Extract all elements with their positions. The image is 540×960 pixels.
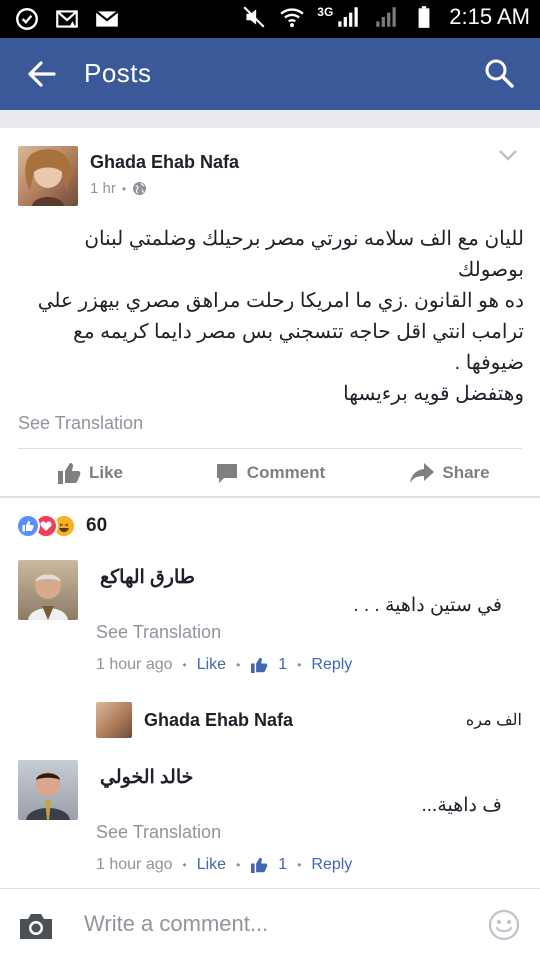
battery-icon bbox=[418, 6, 430, 28]
app-bar: Posts bbox=[0, 38, 540, 110]
like-button[interactable]: Like bbox=[0, 458, 180, 488]
reactions-summary[interactable]: 60 bbox=[16, 514, 107, 538]
comment-time: 1 hour ago bbox=[96, 656, 173, 673]
signal-icon bbox=[338, 7, 359, 27]
share-label: Share bbox=[442, 463, 490, 482]
divider bbox=[18, 448, 522, 449]
comment-icon bbox=[216, 464, 237, 483]
reply-author-name[interactable]: Ghada Ehab Nafa bbox=[144, 710, 293, 731]
share-icon bbox=[410, 463, 435, 483]
clock: 2:15 AM bbox=[449, 4, 530, 29]
comment-input[interactable]: Write a comment... bbox=[84, 911, 268, 937]
comment-like-button[interactable]: Like bbox=[197, 856, 226, 874]
network-type-label: 3G bbox=[317, 5, 334, 19]
comment-reply-button[interactable]: Reply bbox=[311, 856, 352, 874]
signal-icon-secondary bbox=[376, 7, 397, 27]
separator-dot: • bbox=[121, 181, 127, 196]
share-button[interactable]: Share bbox=[360, 458, 540, 488]
thumbs-up-icon bbox=[251, 857, 268, 873]
comment-meta: 1 hour ago • Like • 1 • Reply bbox=[96, 656, 352, 674]
commenter-avatar[interactable] bbox=[18, 760, 78, 820]
camera-icon[interactable] bbox=[18, 911, 54, 941]
comments-section: 60 طارق الهاكع في ستين داهية . . . See T… bbox=[0, 498, 540, 888]
like-label: Like bbox=[88, 463, 124, 482]
thumbs-up-icon bbox=[57, 463, 81, 484]
globe-icon bbox=[133, 181, 147, 196]
comment-button[interactable]: Comment bbox=[180, 458, 360, 488]
status-bar: 3G 2:15 AM bbox=[0, 0, 540, 38]
comment-time: 1 hour ago bbox=[96, 856, 173, 873]
post-card: Ghada Ehab Nafa 1 hr • لليان مع الف سلام… bbox=[0, 128, 540, 496]
comment-composer: Write a comment... bbox=[0, 888, 540, 960]
reply-author-avatar[interactable] bbox=[96, 702, 132, 738]
see-translation-link[interactable]: See Translation bbox=[96, 622, 221, 643]
comment-like-count: 1 bbox=[278, 656, 288, 673]
comment-like-button[interactable]: Like bbox=[197, 656, 226, 674]
separator-dot: • bbox=[182, 858, 187, 872]
separator-dot: • bbox=[182, 658, 187, 672]
mute-icon bbox=[243, 6, 265, 28]
separator-dot: • bbox=[236, 858, 241, 872]
page-title: Posts bbox=[84, 58, 152, 88]
emoji-icon[interactable] bbox=[488, 909, 520, 941]
search-icon[interactable] bbox=[484, 58, 514, 88]
comment-label: Comment bbox=[246, 463, 326, 482]
back-arrow-icon[interactable] bbox=[26, 60, 56, 88]
missed-call-icon bbox=[56, 10, 78, 28]
post-actions: Like Comment Share bbox=[0, 458, 540, 488]
see-translation-link[interactable]: See Translation bbox=[18, 413, 143, 434]
comment-text: ف داهية... bbox=[421, 795, 503, 816]
reaction-count: 60 bbox=[86, 515, 108, 536]
post-author-name[interactable]: Ghada Ehab Nafa bbox=[90, 152, 239, 173]
separator-dot: • bbox=[236, 658, 241, 672]
post-body: لليان مع الف سلامه نورتي مصر برحيلك وضلم… bbox=[37, 228, 524, 405]
separator-dot: • bbox=[297, 858, 302, 872]
comment-meta: 1 hour ago • Like • 1 • Reply bbox=[96, 856, 352, 874]
commenter-name[interactable]: خالد الخولي bbox=[100, 766, 193, 789]
comment-like-count: 1 bbox=[278, 856, 288, 873]
commenter-name[interactable]: طارق الهاكع bbox=[100, 566, 195, 589]
author-avatar[interactable] bbox=[18, 146, 78, 206]
reply-text: الف مره bbox=[465, 712, 522, 729]
chevron-down-icon[interactable] bbox=[498, 148, 518, 162]
wifi-icon bbox=[280, 8, 304, 28]
see-translation-link[interactable]: See Translation bbox=[96, 822, 221, 843]
data-saver-icon bbox=[16, 8, 38, 30]
comment-text: في ستين داهية . . . bbox=[353, 595, 502, 616]
separator-dot: • bbox=[297, 658, 302, 672]
comment-reply-button[interactable]: Reply bbox=[311, 656, 352, 674]
email-icon bbox=[95, 10, 119, 27]
post-meta: 1 hr • bbox=[90, 180, 147, 197]
post-time[interactable]: 1 hr bbox=[90, 180, 116, 197]
like-reaction-icon bbox=[16, 514, 40, 538]
commenter-avatar[interactable] bbox=[18, 560, 78, 620]
thumbs-up-icon bbox=[251, 657, 268, 673]
spacer bbox=[0, 110, 540, 128]
